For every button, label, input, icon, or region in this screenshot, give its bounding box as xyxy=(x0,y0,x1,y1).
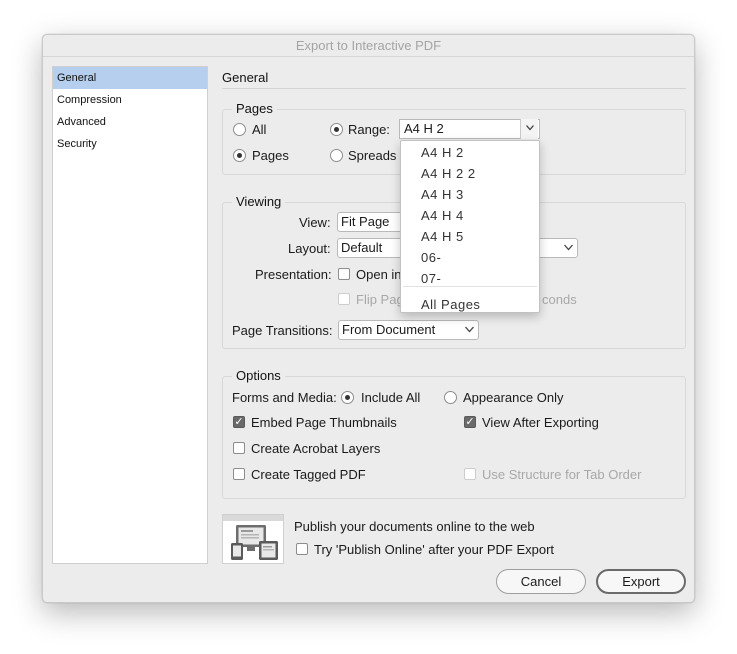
embed-thumbnails-checkbox[interactable]: ✓ xyxy=(233,416,245,428)
presentation-label: Presentation: xyxy=(255,267,332,282)
chevron-down-icon xyxy=(465,326,474,333)
view-after-exporting-label: View After Exporting xyxy=(482,415,599,430)
structure-tab-order-label: Use Structure for Tab Order xyxy=(482,467,642,482)
spreads-label: Spreads xyxy=(348,148,397,163)
range-option[interactable]: 06- xyxy=(421,250,441,265)
flip-pages-checkbox[interactable] xyxy=(338,293,350,305)
view-after-exporting-checkbox[interactable]: ✓ xyxy=(464,416,476,428)
appearance-only-label: Appearance Only xyxy=(463,390,564,405)
range-option-all-pages[interactable]: All Pages xyxy=(421,297,480,312)
range-option[interactable]: 07- xyxy=(421,271,441,286)
transitions-select[interactable]: From Document xyxy=(338,320,479,340)
range-option[interactable]: A4 H 2 xyxy=(421,145,464,160)
transitions-select-value: From Document xyxy=(342,322,436,337)
pages-label: Pages xyxy=(252,148,289,163)
sidebar-item-advanced[interactable]: Advanced xyxy=(53,111,207,133)
menu-separator xyxy=(403,286,537,287)
devices-icon xyxy=(222,514,284,564)
export-button[interactable]: Export xyxy=(596,569,686,594)
chevron-down-icon xyxy=(525,125,534,131)
chevron-down-icon xyxy=(564,244,573,251)
range-radio[interactable] xyxy=(330,123,343,136)
range-option[interactable]: A4 H 2 2 xyxy=(421,166,476,181)
publish-online-label: Try 'Publish Online' after your PDF Expo… xyxy=(314,542,555,557)
range-option[interactable]: A4 H 4 xyxy=(421,208,464,223)
acrobat-layers-label: Create Acrobat Layers xyxy=(251,441,381,456)
cancel-button[interactable]: Cancel xyxy=(496,569,586,594)
pages-legend: Pages xyxy=(232,101,277,116)
open-fullscreen-label: Open in xyxy=(356,267,402,282)
view-label: View: xyxy=(299,215,331,230)
layout-select-value: Default xyxy=(341,240,383,255)
range-option[interactable]: A4 H 3 xyxy=(421,187,464,202)
range-combobox[interactable]: A4 H 2 xyxy=(399,119,540,139)
options-legend: Options xyxy=(232,368,285,383)
structure-tab-order-checkbox[interactable] xyxy=(464,468,476,480)
spreads-radio[interactable] xyxy=(330,149,343,162)
window-title: Export to Interactive PDF xyxy=(43,35,694,57)
all-label: All xyxy=(252,122,267,137)
flip-pages-label: Flip Pag xyxy=(356,292,404,307)
sidebar-item-general[interactable]: General xyxy=(53,67,207,89)
section-heading: General xyxy=(222,70,269,85)
seconds-label: conds xyxy=(542,292,577,307)
forms-media-label: Forms and Media: xyxy=(232,390,337,405)
open-fullscreen-checkbox[interactable] xyxy=(338,268,350,280)
tagged-pdf-checkbox[interactable] xyxy=(233,468,245,480)
range-option[interactable]: A4 H 5 xyxy=(421,229,464,244)
publish-online-checkbox[interactable] xyxy=(296,543,308,555)
transitions-label: Page Transitions: xyxy=(232,323,333,338)
heading-divider xyxy=(222,88,686,89)
include-all-label: Include All xyxy=(361,390,421,405)
publish-title: Publish your documents online to the web xyxy=(294,519,535,534)
appearance-only-radio[interactable] xyxy=(444,391,457,404)
all-radio[interactable] xyxy=(233,123,246,136)
range-dropdown-menu: A4 H 2 A4 H 2 2 A4 H 3 A4 H 4 A4 H 5 06-… xyxy=(400,140,540,313)
tagged-pdf-label: Create Tagged PDF xyxy=(251,467,366,482)
range-label: Range: xyxy=(348,122,390,137)
include-all-radio[interactable] xyxy=(341,391,354,404)
sidebar-item-compression[interactable]: Compression xyxy=(53,89,207,111)
viewing-legend: Viewing xyxy=(232,194,286,209)
layout-label: Layout: xyxy=(288,241,331,256)
acrobat-layers-checkbox[interactable] xyxy=(233,442,245,454)
pages-radio[interactable] xyxy=(233,149,246,162)
sidebar: General Compression Advanced Security xyxy=(52,66,208,564)
sidebar-item-security[interactable]: Security xyxy=(53,133,207,155)
embed-thumbnails-label: Embed Page Thumbnails xyxy=(251,415,397,430)
range-dropdown-button[interactable] xyxy=(520,119,538,139)
export-dialog: Export to Interactive PDF General Compre… xyxy=(42,34,695,603)
